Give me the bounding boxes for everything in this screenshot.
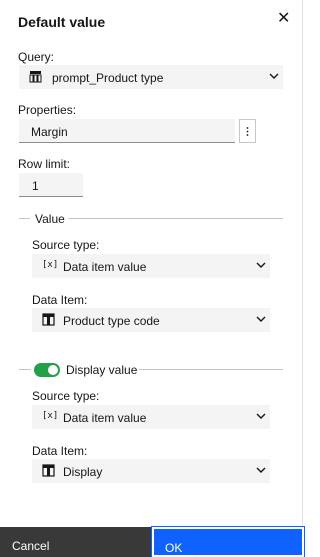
chevron-down-icon bbox=[256, 467, 266, 473]
display-source-type-select[interactable]: [x] Data item value bbox=[32, 405, 270, 429]
value-source-type-label: Source type: bbox=[32, 238, 100, 252]
row-limit-input[interactable]: 1 bbox=[19, 173, 83, 197]
query-value: prompt_Product type bbox=[52, 71, 164, 85]
variable-icon: [x] bbox=[42, 411, 59, 421]
display-data-item-select[interactable]: Display bbox=[32, 459, 270, 483]
properties-value: Margin bbox=[31, 125, 68, 139]
value-divider-right bbox=[68, 218, 283, 219]
value-source-type-select[interactable]: [x] Data item value bbox=[32, 254, 270, 278]
value-source-type-value: Data item value bbox=[63, 260, 147, 274]
query-label: Query: bbox=[18, 50, 55, 64]
row-limit-label: Row limit: bbox=[18, 157, 71, 171]
dialog-title: Default value bbox=[18, 14, 106, 30]
ok-button[interactable]: OK bbox=[151, 526, 305, 557]
value-section-title: Value bbox=[35, 212, 65, 226]
chevron-down-icon bbox=[256, 413, 266, 419]
value-data-item-select[interactable]: Product type code bbox=[32, 308, 270, 332]
default-value-panel: Default value ✕ Query: prompt_Product ty… bbox=[0, 0, 303, 527]
display-data-item-value: Display bbox=[63, 465, 103, 479]
row-limit-value: 1 bbox=[32, 179, 39, 193]
properties-label: Properties: bbox=[18, 103, 77, 117]
display-divider-left bbox=[19, 369, 31, 370]
chevron-down-icon bbox=[256, 316, 266, 322]
display-data-item-label: Data Item: bbox=[32, 444, 88, 458]
chevron-down-icon bbox=[269, 73, 279, 79]
value-divider-left bbox=[19, 218, 30, 219]
variable-icon: [x] bbox=[42, 260, 59, 270]
close-icon[interactable]: ✕ bbox=[277, 8, 290, 28]
display-section-title: Display value bbox=[66, 363, 138, 377]
chevron-down-icon bbox=[256, 262, 266, 268]
cancel-button[interactable]: Cancel bbox=[0, 527, 152, 557]
column-icon bbox=[42, 464, 55, 477]
display-source-type-value: Data item value bbox=[63, 411, 147, 425]
display-divider-right bbox=[139, 369, 283, 370]
query-select[interactable]: prompt_Product type bbox=[19, 65, 283, 89]
properties-input[interactable]: Margin bbox=[19, 119, 235, 143]
properties-more-button[interactable] bbox=[239, 119, 256, 143]
table-icon bbox=[29, 71, 42, 83]
toggle-knob bbox=[48, 365, 58, 375]
column-icon bbox=[42, 313, 55, 326]
display-value-toggle[interactable] bbox=[34, 363, 60, 377]
display-source-type-label: Source type: bbox=[32, 389, 100, 403]
value-data-item-label: Data Item: bbox=[32, 293, 88, 307]
dialog-footer: Cancel OK bbox=[0, 526, 305, 557]
vertical-dots-icon bbox=[246, 127, 249, 136]
value-data-item-value: Product type code bbox=[63, 314, 160, 328]
